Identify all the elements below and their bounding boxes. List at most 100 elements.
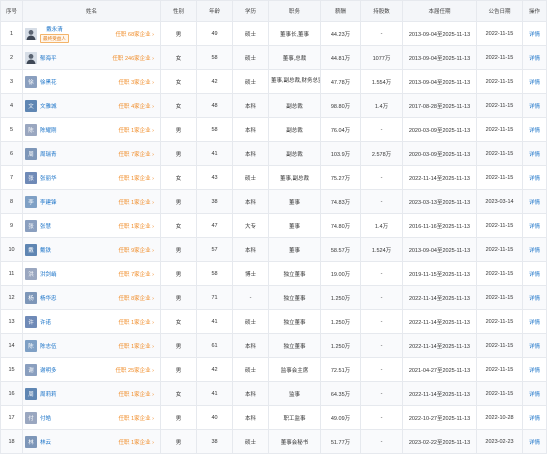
detail-link[interactable]: 详情: [529, 56, 540, 62]
action-cell: 详情: [522, 213, 547, 238]
avatar[interactable]: 许: [25, 315, 37, 328]
person-name-link[interactable]: 张慧: [40, 222, 51, 230]
table-row: 2 郁海平 任职 246家企业 › 女 58 硕士 董事,总裁 44.81万 1077万 2013…: [0, 45, 547, 70]
gender-cell: 男: [160, 429, 197, 454]
detail-link[interactable]: 详情: [529, 320, 540, 326]
row-index: 13: [0, 309, 23, 334]
detail-link[interactable]: 详情: [529, 392, 540, 398]
salary-cell: 49.09万: [320, 405, 361, 430]
avatar[interactable]: 李: [25, 195, 37, 208]
detail-link[interactable]: 详情: [529, 344, 540, 350]
related-companies-link[interactable]: 任职 1家企业 ›: [119, 126, 154, 134]
related-companies-link[interactable]: 任职 68家企业 ›: [115, 30, 154, 38]
avatar[interactable]: [25, 27, 37, 40]
column-header-term: 本届任期: [402, 0, 477, 22]
person-name-link[interactable]: 洪剑峭: [40, 270, 57, 278]
related-companies-link[interactable]: 任职 1家企业 ›: [119, 414, 154, 422]
age-cell: 61: [196, 333, 233, 358]
announce-date-cell: 2022-10-28: [476, 405, 523, 430]
person-name-link[interactable]: 戴永清: [40, 25, 69, 33]
related-companies-link[interactable]: 任职 246家企业 ›: [112, 54, 154, 62]
avatar[interactable]: 周: [25, 387, 37, 400]
avatar[interactable]: 杨: [25, 291, 37, 304]
avatar[interactable]: 付: [25, 411, 37, 424]
avatar[interactable]: 谢: [25, 363, 37, 376]
salary-cell: 44.81万: [320, 45, 361, 70]
education-cell: 本科: [232, 93, 269, 118]
avatar[interactable]: 洪: [25, 267, 37, 280]
row-index: 8: [0, 189, 23, 214]
detail-link[interactable]: 详情: [529, 80, 540, 86]
person-name-link[interactable]: 付皓: [40, 414, 51, 422]
avatar[interactable]: 陈: [25, 339, 37, 352]
person-name-link[interactable]: 陈志伍: [40, 342, 57, 350]
related-companies-link[interactable]: 任职 1家企业 ›: [119, 438, 154, 446]
related-companies-link[interactable]: 任职 7家企业 ›: [119, 150, 154, 158]
related-companies-link[interactable]: 任职 8家企业 ›: [119, 294, 154, 302]
education-cell: 硕士: [232, 429, 269, 454]
person-name-link[interactable]: 文雅城: [40, 102, 57, 110]
detail-link[interactable]: 详情: [529, 248, 540, 254]
person-name-link[interactable]: 李建锋: [40, 198, 57, 206]
avatar[interactable]: 林: [25, 435, 37, 448]
salary-cell: 44.23万: [320, 21, 361, 46]
age-cell: 42: [196, 69, 233, 94]
salary-cell: 74.80万: [320, 213, 361, 238]
related-companies-link[interactable]: 任职 4家企业 ›: [119, 102, 154, 110]
detail-link[interactable]: 详情: [529, 272, 540, 278]
detail-link[interactable]: 详情: [529, 152, 540, 158]
table-row: 16 周周莉莉 任职 1家企业 › 女 41 本科 监事 64.35万 -2022-11-14至…: [0, 381, 547, 406]
related-companies-link[interactable]: 任职 25家企业 ›: [115, 366, 154, 374]
person-name-link[interactable]: 杨华忠: [40, 294, 57, 302]
avatar[interactable]: 徐: [25, 75, 37, 88]
avatar[interactable]: 张: [25, 219, 37, 232]
gender-cell: 男: [160, 237, 197, 262]
related-companies-link[interactable]: 任职 1家企业 ›: [119, 390, 154, 398]
avatar[interactable]: 周: [25, 147, 37, 160]
detail-link[interactable]: 详情: [529, 440, 540, 446]
related-companies-link[interactable]: 任职 1家企业 ›: [119, 318, 154, 326]
term-cell: 2023-02-22至2025-11-13: [402, 429, 477, 454]
related-companies-link[interactable]: 任职 7家企业 ›: [119, 270, 154, 278]
detail-link[interactable]: 详情: [529, 128, 540, 134]
related-companies-link[interactable]: 任职 1家企业 ›: [119, 222, 154, 230]
detail-link[interactable]: 详情: [529, 416, 540, 422]
avatar[interactable]: 张: [25, 171, 37, 184]
related-companies-link[interactable]: 任职 1家企业 ›: [119, 174, 154, 182]
person-name-link[interactable]: 张丽华: [40, 174, 57, 182]
person-name-link[interactable]: 周莉莉: [40, 390, 57, 398]
detail-link[interactable]: 详情: [529, 200, 540, 206]
detail-link[interactable]: 详情: [529, 296, 540, 302]
shares-cell: -: [360, 405, 403, 430]
age-cell: 38: [196, 189, 233, 214]
age-cell: 71: [196, 285, 233, 310]
avatar[interactable]: 文: [25, 99, 37, 112]
education-cell: 硕士: [232, 21, 269, 46]
table-row: 1 戴永清 最终受益人 任职 68家企业 › 男 49 硕士 董事长,董事 44.23万 -201…: [0, 21, 547, 46]
person-name-link[interactable]: 戴铁: [40, 246, 51, 254]
person-name-link[interactable]: 周瑞青: [40, 150, 57, 158]
related-companies-link[interactable]: 任职 1家企业 ›: [119, 342, 154, 350]
related-companies-link[interactable]: 任职 9家企业 ›: [119, 246, 154, 254]
row-index: 2: [0, 45, 23, 70]
avatar[interactable]: 戴: [25, 243, 37, 256]
avatar[interactable]: [25, 51, 37, 64]
person-name-link[interactable]: 徐黑花: [40, 78, 57, 86]
detail-link[interactable]: 详情: [529, 224, 540, 230]
detail-link[interactable]: 详情: [529, 104, 540, 110]
related-companies-link[interactable]: 任职 3家企业 ›: [119, 78, 154, 86]
person-name-link[interactable]: 许诺: [40, 318, 51, 326]
column-header-index: 序号: [0, 0, 23, 22]
position-cell: 董事,总裁: [268, 45, 321, 70]
detail-link[interactable]: 详情: [529, 368, 540, 374]
detail-link[interactable]: 详情: [529, 176, 540, 182]
related-companies-link[interactable]: 任职 1家企业 ›: [119, 198, 154, 206]
avatar[interactable]: 陈: [25, 123, 37, 136]
row-index: 4: [0, 93, 23, 118]
person-name-link[interactable]: 谢明多: [40, 366, 57, 374]
person-name-link[interactable]: 陈耀刚: [40, 126, 57, 134]
detail-link[interactable]: 详情: [529, 32, 540, 38]
person-name-link[interactable]: 郁海平: [40, 54, 57, 62]
name-cell: 周周莉莉 任职 1家企业 ›: [22, 381, 161, 406]
person-name-link[interactable]: 林云: [40, 438, 51, 446]
